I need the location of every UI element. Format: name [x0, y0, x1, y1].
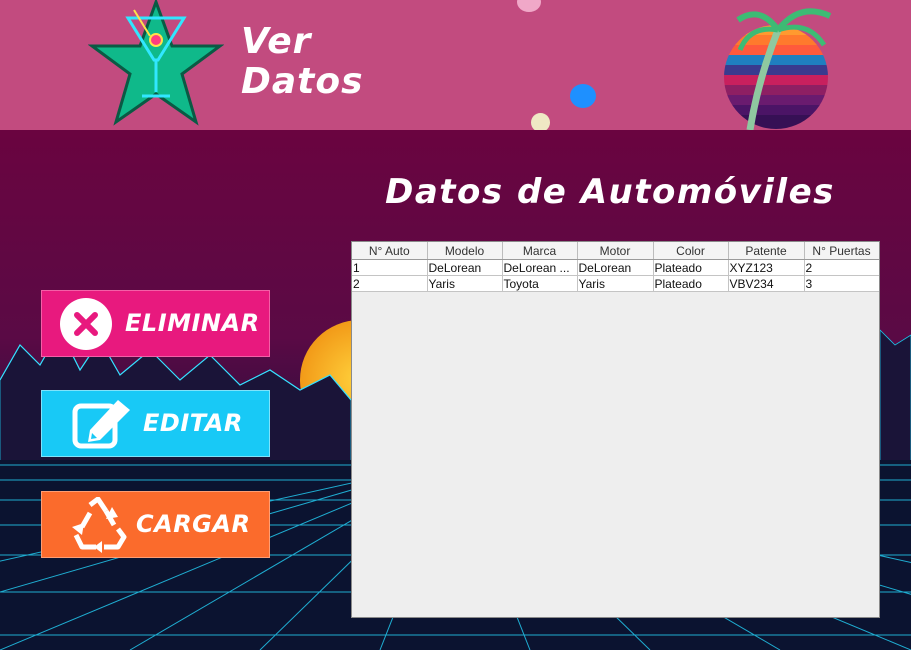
decor-dot-blue: [570, 84, 596, 108]
header-title-line2: Datos: [241, 61, 364, 102]
table-cell[interactable]: 2: [352, 275, 428, 292]
header-title: Ver Datos: [241, 22, 364, 102]
table-cell[interactable]: DeLorean: [577, 259, 654, 276]
header-title-line1: Ver: [241, 21, 312, 62]
table-cell[interactable]: VBV234: [728, 275, 805, 292]
column-header-modelo[interactable]: Modelo: [427, 242, 503, 260]
table-cell[interactable]: Toyota: [502, 275, 578, 292]
table-cell[interactable]: Plateado: [653, 275, 729, 292]
column-header-motor[interactable]: Motor: [577, 242, 654, 260]
autos-table[interactable]: N° Auto Modelo Marca Motor Color Patente…: [351, 241, 880, 618]
table-cell[interactable]: 1: [352, 259, 428, 276]
decor-dot-cream: [531, 113, 550, 130]
recycle-icon: [68, 496, 128, 555]
table-cell[interactable]: XYZ123: [728, 259, 805, 276]
page-title: Datos de Automóviles: [385, 172, 835, 212]
editar-label: EDITAR: [143, 409, 243, 437]
edit-icon: [72, 397, 138, 451]
column-header-n-auto[interactable]: N° Auto: [352, 242, 428, 260]
table-cell[interactable]: Plateado: [653, 259, 729, 276]
table-cell[interactable]: Yaris: [577, 275, 654, 292]
header-bar: Ver Datos: [0, 0, 911, 130]
table-header-row: N° Auto Modelo Marca Motor Color Patente…: [352, 242, 879, 260]
table-row[interactable]: 1 DeLorean DeLorean ... DeLorean Platead…: [352, 259, 879, 276]
editar-button[interactable]: EDITAR: [41, 390, 270, 457]
close-circle-icon: [60, 298, 112, 350]
palm-sun-icon: [720, 0, 840, 130]
decor-dot-pink: [517, 0, 541, 12]
table-cell[interactable]: DeLorean: [427, 259, 503, 276]
column-header-n-puertas[interactable]: N° Puertas: [804, 242, 879, 260]
table-cell[interactable]: 3: [804, 275, 879, 292]
column-header-marca[interactable]: Marca: [502, 242, 578, 260]
table-cell[interactable]: DeLorean ...: [502, 259, 578, 276]
cocktails-logo: [87, 0, 225, 126]
column-header-patente[interactable]: Patente: [728, 242, 805, 260]
table-cell[interactable]: 2: [804, 259, 879, 276]
table-cell[interactable]: Yaris: [427, 275, 503, 292]
eliminar-label: ELIMINAR: [125, 309, 260, 337]
table-row[interactable]: 2 Yaris Toyota Yaris Plateado VBV234 3: [352, 275, 879, 292]
cargar-button[interactable]: CARGAR: [41, 491, 270, 558]
column-header-color[interactable]: Color: [653, 242, 729, 260]
autos-table-grid: N° Auto Modelo Marca Motor Color Patente…: [352, 242, 879, 292]
cargar-label: CARGAR: [136, 510, 251, 538]
eliminar-button[interactable]: ELIMINAR: [41, 290, 270, 357]
